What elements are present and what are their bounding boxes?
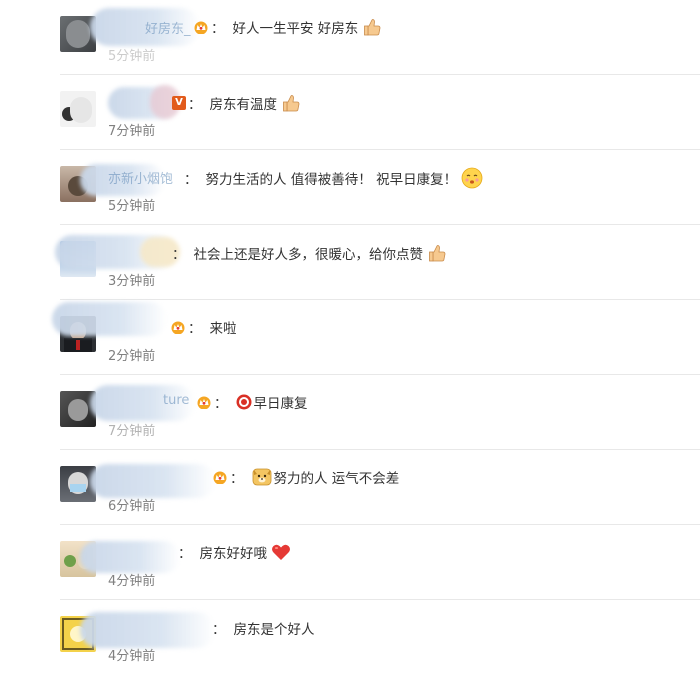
kiss-face-icon [461,167,483,189]
username[interactable]: 好房东_ [145,18,191,37]
comment-text-row: ： 努力的人 运气不会差 [212,467,399,487]
comment-text: 早日康复 [253,396,308,412]
thumbs-up-icon [364,19,381,36]
comment-item: 亦新小烟饱 ： 努力生活的人 值得被善待！ 祝早日康复！ 5分钟前 [0,150,700,225]
comment-text: 努力生活的人 值得被善待！ 祝早日康复！ [205,172,458,188]
avatar[interactable] [60,91,96,127]
comment-text: 社会上还是好人多，很暖心，给你点赞 [193,247,424,263]
thumbs-up-icon [283,95,300,112]
username[interactable]: 亦新小烟饱 [108,168,173,187]
thumbs-up-icon [429,245,446,262]
crown-icon [213,471,227,484]
comment-text: 好人一生平安 好房东 [232,21,359,37]
comment-text-row: ： 早日康复 [196,392,308,412]
red-badge-icon [236,394,251,410]
comment-item: V ： 房东有温度 7分钟前 [0,75,700,150]
comment-text: 房东有温度 [209,97,278,113]
crown-icon [171,321,185,334]
comment-item: 好房东_ ： 好人一生平安 好房东 5分钟前 [0,0,700,75]
comment-text-row: ： 房东是个好人 [212,618,315,638]
comment-time: 2分钟前 [108,349,156,364]
username-blur [80,612,215,648]
username[interactable]: ture [163,393,189,408]
comment-time: 7分钟前 [108,124,156,139]
comment-list: 好房东_ ： 好人一生平安 好房东 5分钟前 V ： 房东有温度 7分钟前 亦新… [0,0,700,674]
comment-item: ture ： 早日康复 7分钟前 [0,375,700,450]
comment-text-row: ： 努力生活的人 值得被善待！ 祝早日康复！ [184,167,483,189]
crown-icon [197,396,211,409]
doge-icon [252,468,271,486]
comment-time: 6分钟前 [108,499,156,514]
username-blur [52,302,167,336]
comment-text-row: V ： 房东有温度 [172,93,301,113]
comment-text-row: ： 房东好好哦 [178,542,291,562]
comment-text-row: ： 好人一生平安 好房东 [193,17,382,37]
comment-text: 房东好好哦 [199,546,268,562]
comment-time: 4分钟前 [108,574,156,589]
comment-item: ： 来啦 2分钟前 [0,300,700,375]
comment-time: 4分钟前 [108,649,156,664]
comment-time: 7分钟前 [108,424,156,439]
comment-item: ： 房东好好哦 4分钟前 [0,525,700,600]
comment-time: 5分钟前 [108,199,156,214]
comment-item: ： 努力的人 运气不会差 6分钟前 [0,450,700,525]
comment-time: 3分钟前 [108,274,156,289]
comment-text: 房东是个好人 [233,622,315,638]
comment-item: ： 房东是个好人 4分钟前 [0,600,700,674]
username-blur [90,464,215,498]
crown-icon [194,21,208,34]
comment-text-row: ： 来啦 [170,317,237,337]
comment-text: 努力的人 运气不会差 [273,471,400,487]
heart-icon [272,544,290,560]
username-blur [80,541,180,573]
comment-text-row: ： 社会上还是好人多，很暖心，给你点赞 [172,243,447,263]
comment-item: ： 社会上还是好人多，很暖心，给你点赞 3分钟前 [0,225,700,300]
comment-text: 来啦 [209,321,237,337]
verified-badge-icon: V [172,96,186,110]
comment-time: 5分钟前 [108,49,156,64]
